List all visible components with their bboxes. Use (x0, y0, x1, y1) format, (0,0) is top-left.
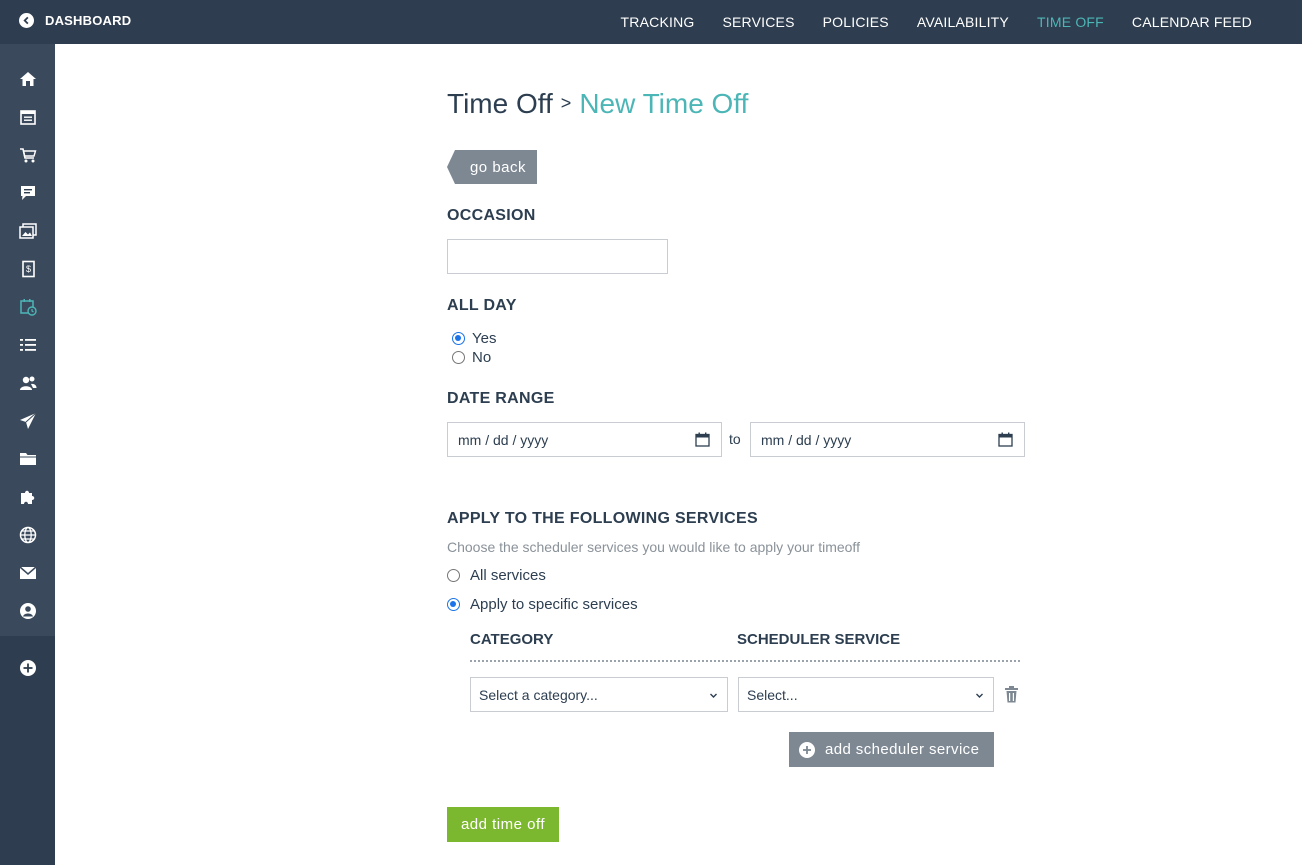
top-bar: DASHBOARD TRACKING SERVICES POLICIES AVA… (0, 0, 1302, 44)
dashboard-back-link[interactable]: DASHBOARD (19, 13, 131, 28)
send-icon[interactable] (18, 411, 38, 431)
specific-services-radio[interactable]: Apply to specific services (447, 596, 638, 613)
page-title: Time Off > New Time Off (447, 88, 748, 120)
services-label: APPLY TO THE FOLLOWING SERVICES (447, 510, 758, 527)
nav-tracking[interactable]: TRACKING (621, 14, 695, 30)
chat-icon[interactable] (18, 183, 38, 203)
all-day-yes-radio[interactable]: Yes (452, 330, 496, 347)
add-time-off-button[interactable]: add time off (447, 807, 559, 842)
all-services-radio[interactable]: All services (447, 567, 546, 584)
date-to-placeholder: mm / dd / yyyy (761, 431, 852, 448)
breadcrumb-current: New Time Off (579, 88, 749, 119)
top-nav: TRACKING SERVICES POLICIES AVAILABILITY … (593, 0, 1252, 44)
chevron-down-icon (976, 693, 983, 698)
folder-icon[interactable] (18, 449, 38, 469)
all-day-label: ALL DAY (447, 297, 517, 314)
occasion-input[interactable] (447, 239, 668, 274)
breadcrumb-separator: > (560, 93, 572, 113)
go-back-button[interactable]: go back (447, 150, 537, 184)
add-scheduler-service-button[interactable]: add scheduler service (789, 732, 994, 767)
cart-icon[interactable] (18, 145, 38, 165)
radio-checked-icon (452, 332, 465, 345)
scheduler-service-column-header: SCHEDULER SERVICE (737, 631, 901, 648)
add-scheduler-service-label: add scheduler service (825, 741, 980, 758)
nav-policies[interactable]: POLICIES (823, 14, 889, 30)
nav-time-off[interactable]: TIME OFF (1037, 14, 1104, 30)
category-select[interactable]: Select a category... (470, 677, 728, 712)
calendar-icon[interactable] (695, 432, 710, 447)
home-icon[interactable] (18, 69, 38, 89)
date-to-input[interactable]: mm / dd / yyyy (750, 422, 1025, 457)
gallery-icon[interactable] (18, 221, 38, 241)
category-select-value: Select a category... (479, 686, 598, 703)
calendar-list-icon[interactable] (18, 107, 38, 127)
scheduler-service-select-value: Select... (747, 686, 798, 703)
scheduler-service-select[interactable]: Select... (738, 677, 994, 712)
mail-icon[interactable] (18, 563, 38, 583)
radio-checked-icon (447, 598, 460, 611)
chevron-down-icon (710, 693, 717, 698)
calendar-icon[interactable] (998, 432, 1013, 447)
date-range-separator: to (729, 431, 741, 447)
globe-icon[interactable] (18, 525, 38, 545)
divider (470, 660, 1020, 662)
document-icon[interactable]: $ (18, 259, 38, 279)
breadcrumb-parent[interactable]: Time Off (447, 88, 553, 119)
nav-availability[interactable]: AVAILABILITY (917, 14, 1009, 30)
specific-services-label: Apply to specific services (470, 596, 638, 613)
scheduler-icon[interactable] (18, 297, 38, 317)
account-icon[interactable] (18, 601, 38, 621)
date-from-input[interactable]: mm / dd / yyyy (447, 422, 722, 457)
nav-calendar-feed[interactable]: CALENDAR FEED (1132, 14, 1252, 30)
all-day-no-radio[interactable]: No (452, 349, 491, 366)
date-from-placeholder: mm / dd / yyyy (458, 431, 549, 448)
nav-services[interactable]: SERVICES (722, 14, 794, 30)
sidebar: $ (0, 44, 55, 865)
all-services-label: All services (470, 567, 546, 584)
all-day-no-label: No (472, 349, 492, 366)
svg-text:$: $ (26, 264, 31, 274)
trash-icon[interactable] (1004, 686, 1019, 703)
date-range-label: DATE RANGE (447, 390, 555, 407)
users-icon[interactable] (18, 373, 38, 393)
back-arrow-icon (19, 13, 34, 28)
dashboard-label: DASHBOARD (45, 13, 132, 28)
puzzle-icon[interactable] (18, 487, 38, 507)
services-hint: Choose the scheduler services you would … (447, 539, 860, 555)
list-icon[interactable] (18, 335, 38, 355)
occasion-label: OCCASION (447, 207, 536, 224)
radio-unchecked-icon (447, 569, 460, 582)
radio-unchecked-icon (452, 351, 465, 364)
plus-circle-icon (799, 741, 815, 758)
category-column-header: CATEGORY (470, 631, 554, 648)
all-day-yes-label: Yes (472, 330, 497, 347)
add-circle-icon[interactable] (18, 658, 38, 678)
